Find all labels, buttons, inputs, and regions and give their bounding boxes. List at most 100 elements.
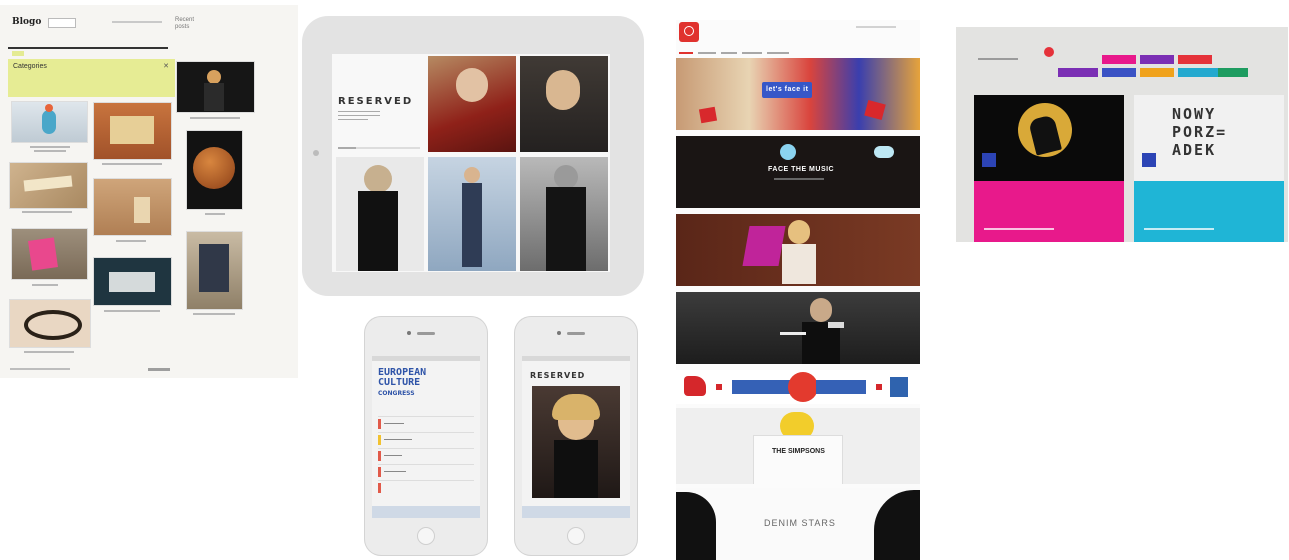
post-caption xyxy=(32,284,58,286)
post-caption xyxy=(30,146,70,148)
post-caption xyxy=(116,240,146,242)
carousel-progress[interactable] xyxy=(338,147,420,149)
status-bar xyxy=(372,356,480,361)
divider xyxy=(8,47,168,49)
post-thumbnail[interactable] xyxy=(94,258,171,305)
nav-tab[interactable] xyxy=(1178,55,1212,64)
nav-tab[interactable] xyxy=(1102,55,1136,64)
campaign-banner[interactable]: let's face it xyxy=(676,58,920,130)
poster-line-3: ADEK xyxy=(1172,141,1217,159)
list-item[interactable] xyxy=(378,416,474,431)
campaign-banner[interactable] xyxy=(676,292,920,364)
post-thumbnail[interactable] xyxy=(12,229,87,279)
event-card[interactable] xyxy=(974,95,1124,242)
tab-chip[interactable] xyxy=(12,51,24,56)
home-button[interactable] xyxy=(313,150,319,156)
speaker-icon xyxy=(567,332,585,335)
campaign-banner[interactable] xyxy=(676,214,920,286)
post-caption xyxy=(34,150,66,152)
site-logo[interactable] xyxy=(978,58,1018,60)
post-thumbnail[interactable] xyxy=(187,232,242,309)
banner-label: let's face it xyxy=(766,86,809,93)
post-caption xyxy=(102,163,162,165)
nav-tab[interactable] xyxy=(1218,68,1248,77)
fashion-photo[interactable] xyxy=(532,386,620,498)
poster-title: NOWY PORZ= ADEK xyxy=(1172,105,1227,159)
list-item[interactable] xyxy=(378,432,474,447)
page-title: EUROPEAN CULTURE xyxy=(378,368,426,388)
post-thumbnail[interactable] xyxy=(12,102,87,142)
nav-tab[interactable] xyxy=(1058,68,1098,77)
sidebar-heading: Recent posts xyxy=(175,17,195,30)
blog-screenshot: Blogo Recent posts Categories ✕ xyxy=(0,5,298,378)
post-thumbnail[interactable] xyxy=(10,163,87,208)
card-footer xyxy=(1134,181,1284,242)
post-thumbnail[interactable] xyxy=(94,103,171,159)
post-caption xyxy=(104,310,160,312)
speaker-icon xyxy=(417,332,435,335)
tablet-device: RESERVED xyxy=(302,16,644,296)
top-links[interactable] xyxy=(856,26,896,28)
post-caption xyxy=(190,117,240,119)
post-thumbnail[interactable] xyxy=(10,300,90,347)
bottom-toolbar[interactable] xyxy=(522,506,630,518)
phone-device: EUROPEAN CULTURE CONGRESS xyxy=(364,316,488,556)
camera-icon xyxy=(557,331,561,335)
post-thumbnail[interactable] xyxy=(177,62,254,112)
calendar-icon xyxy=(1142,153,1156,167)
banner-label: THE SIMPSONS xyxy=(772,448,825,455)
brand-logo[interactable]: RESERVED xyxy=(338,96,413,107)
campaign-banner[interactable]: DENIM STARS xyxy=(676,488,920,560)
phone-screen: RESERVED xyxy=(522,356,630,518)
cultural-site: NOWY PORZ= ADEK xyxy=(956,27,1288,242)
home-button[interactable] xyxy=(417,527,435,545)
brand-tagline xyxy=(338,111,380,122)
brand-logo[interactable]: RESERVED xyxy=(530,371,585,380)
fashion-photo[interactable] xyxy=(520,56,608,152)
fashion-photo[interactable] xyxy=(428,56,516,152)
close-icon[interactable]: ✕ xyxy=(163,62,169,70)
list-item[interactable] xyxy=(378,480,474,495)
card-footer xyxy=(974,181,1124,242)
phone-device: RESERVED xyxy=(514,316,638,556)
campaign-banner[interactable]: THE SIMPSONS xyxy=(676,408,920,484)
poster-line-2: PORZ= xyxy=(1172,123,1228,141)
nav-tab[interactable] xyxy=(1140,55,1174,64)
fashion-photo[interactable] xyxy=(336,157,424,271)
bottom-toolbar[interactable] xyxy=(372,506,480,518)
campaign-banner[interactable] xyxy=(676,370,920,404)
brand-logo[interactable] xyxy=(679,22,699,42)
title-line-3: CONGRESS xyxy=(378,390,415,397)
list-item[interactable] xyxy=(378,464,474,479)
phone-screen: EUROPEAN CULTURE CONGRESS xyxy=(372,356,480,518)
campaign-banner[interactable]: FACE THE MUSIC xyxy=(676,136,920,208)
post-caption xyxy=(24,351,74,353)
nav-tab[interactable] xyxy=(1140,68,1174,77)
status-bar xyxy=(522,356,630,361)
banner-label: FACE THE MUSIC xyxy=(768,166,835,173)
event-card[interactable]: NOWY PORZ= ADEK xyxy=(1134,95,1284,242)
main-menu[interactable] xyxy=(679,44,915,54)
nav-tab[interactable] xyxy=(1178,68,1218,77)
home-button[interactable] xyxy=(567,527,585,545)
banner-title: Categories xyxy=(13,63,47,70)
camera-icon xyxy=(407,331,411,335)
list-item[interactable] xyxy=(378,448,474,463)
nav-tab[interactable] xyxy=(1102,68,1136,77)
poster-line-1: NOWY xyxy=(1172,105,1217,123)
fashion-photo[interactable] xyxy=(428,157,516,271)
footer-link[interactable] xyxy=(148,368,170,371)
category-banner: Categories ✕ xyxy=(8,59,175,97)
blog-logo[interactable]: Blogo xyxy=(12,17,41,27)
top-menu[interactable] xyxy=(112,21,162,23)
logo-dot xyxy=(1044,47,1054,57)
title-line-2: CULTURE xyxy=(378,377,421,388)
footer-text xyxy=(10,368,70,370)
post-thumbnail[interactable] xyxy=(94,179,171,235)
post-thumbnail[interactable] xyxy=(187,131,242,209)
post-caption xyxy=(205,213,225,215)
tablet-screen: RESERVED xyxy=(332,54,610,272)
campaign-page: let's face it FACE THE MUSIC THE SIMPSON… xyxy=(676,20,920,560)
search-input[interactable] xyxy=(48,18,76,28)
fashion-photo[interactable] xyxy=(520,157,608,271)
